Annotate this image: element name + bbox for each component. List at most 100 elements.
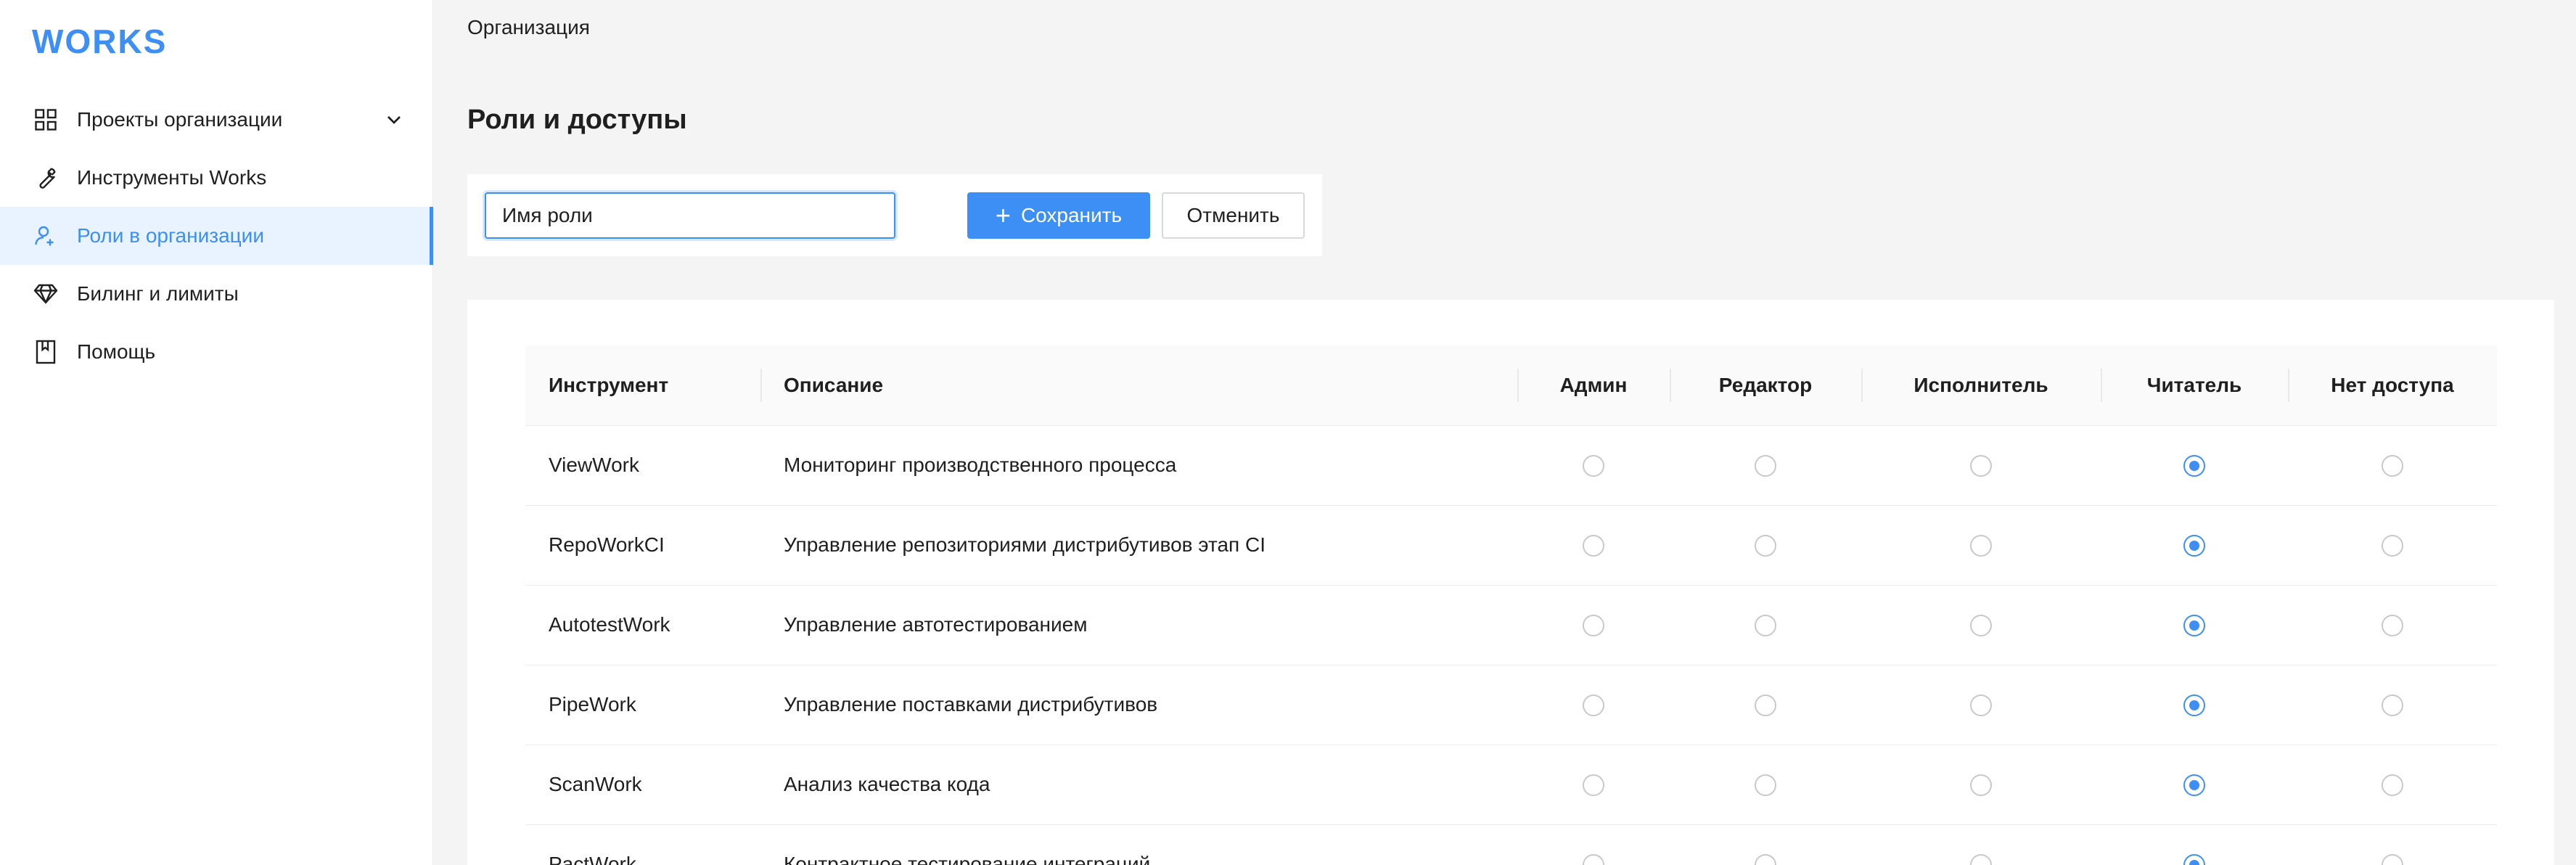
access-cell-editor	[1670, 505, 1861, 586]
tool-description-cell: Анализ качества кода	[760, 745, 1517, 825]
access-cell-no-access	[2288, 745, 2497, 825]
access-cell-no-access	[2288, 824, 2497, 865]
radio-editor[interactable]	[1755, 535, 1776, 557]
access-cell-admin	[1517, 585, 1670, 665]
access-cell-no-access	[2288, 425, 2497, 506]
book-icon	[32, 338, 60, 366]
access-cell-reader	[2101, 665, 2288, 745]
table-row: RepoWorkCI Управление репозиториями дистр…	[525, 505, 2497, 586]
access-cell-no-access	[2288, 505, 2497, 586]
diamond-icon	[32, 280, 60, 308]
radio-reader[interactable]	[2183, 774, 2205, 797]
table-row: PactWork Контрактное тестирование интегра…	[525, 824, 2497, 865]
access-cell-editor	[1670, 425, 1861, 506]
radio-executor[interactable]	[1970, 694, 1992, 717]
radio-reader[interactable]	[2183, 854, 2205, 865]
access-cell-editor	[1670, 745, 1861, 825]
column-header-admin: Админ	[1517, 345, 1670, 426]
radio-no-access[interactable]	[2382, 774, 2403, 797]
tool-description-cell: Управление репозиториями дистрибутивов э…	[760, 505, 1517, 586]
user-role-icon	[32, 222, 60, 250]
sidebar-item-help[interactable]: Помощь	[0, 323, 433, 381]
radio-admin[interactable]	[1583, 774, 1604, 797]
access-cell-no-access	[2288, 585, 2497, 665]
access-cell-editor	[1670, 585, 1861, 665]
works-logo[interactable]: WORKS	[32, 22, 167, 61]
sidebar-item-projects[interactable]: Проекты организации	[0, 91, 433, 149]
radio-admin[interactable]	[1583, 455, 1604, 477]
radio-editor[interactable]	[1755, 455, 1776, 477]
radio-reader[interactable]	[2183, 535, 2205, 557]
tool-description-cell: Управление автотестированием	[760, 585, 1517, 665]
column-header-tool: Инструмент	[525, 345, 760, 426]
tool-name-cell: PactWork	[525, 824, 760, 865]
breadcrumb[interactable]: Организация	[467, 16, 590, 39]
sidebar-item-label: Помощь	[77, 340, 156, 363]
access-cell-reader	[2101, 824, 2288, 865]
column-header-description: Описание	[760, 345, 1517, 426]
column-header-no-access: Нет доступа	[2288, 345, 2497, 426]
tool-description-cell: Управление поставками дистрибутивов	[760, 665, 1517, 745]
access-cell-reader	[2101, 505, 2288, 586]
radio-reader[interactable]	[2183, 615, 2205, 637]
sidebar-item-label: Инструменты Works	[77, 166, 267, 189]
radio-editor[interactable]	[1755, 615, 1776, 637]
radio-executor[interactable]	[1970, 455, 1992, 477]
access-cell-executor	[1861, 745, 2101, 825]
radio-reader[interactable]	[2183, 455, 2205, 477]
radio-no-access[interactable]	[2382, 615, 2403, 637]
access-cell-admin	[1517, 425, 1670, 506]
sidebar-item-label: Проекты организации	[77, 108, 283, 131]
access-cell-executor	[1861, 665, 2101, 745]
tool-description-cell: Контрактное тестирование интеграций	[760, 824, 1517, 865]
access-cell-executor	[1861, 425, 2101, 506]
tool-name-cell: ViewWork	[525, 425, 760, 506]
radio-executor[interactable]	[1970, 854, 1992, 865]
access-cell-no-access	[2288, 665, 2497, 745]
radio-no-access[interactable]	[2382, 694, 2403, 717]
radio-executor[interactable]	[1970, 615, 1992, 637]
access-cell-editor	[1670, 665, 1861, 745]
radio-editor[interactable]	[1755, 694, 1776, 717]
access-cell-editor	[1670, 824, 1861, 865]
grid-icon	[32, 106, 60, 134]
chevron-down-icon[interactable]	[382, 108, 406, 131]
radio-executor[interactable]	[1970, 535, 1992, 557]
access-cell-admin	[1517, 505, 1670, 586]
radio-admin[interactable]	[1583, 615, 1604, 637]
access-cell-admin	[1517, 824, 1670, 865]
column-header-editor: Редактор	[1670, 345, 1861, 426]
sidebar-item-roles[interactable]: Роли в организации	[0, 207, 433, 265]
radio-editor[interactable]	[1755, 854, 1776, 865]
save-button[interactable]: + Сохранить	[967, 192, 1150, 239]
radio-no-access[interactable]	[2382, 854, 2403, 865]
access-cell-executor	[1861, 585, 2101, 665]
column-header-executor: Исполнитель	[1861, 345, 2101, 426]
table-row: ScanWork Анализ качества кода	[525, 745, 2497, 825]
radio-no-access[interactable]	[2382, 535, 2403, 557]
access-card: Инструмент Описание Админ Редактор Испол…	[467, 300, 2554, 865]
access-cell-executor	[1861, 824, 2101, 865]
sidebar: WORKS Проекты организации Инструменты Wo…	[0, 0, 433, 865]
radio-no-access[interactable]	[2382, 455, 2403, 477]
sidebar-item-billing[interactable]: Билинг и лимиты	[0, 265, 433, 323]
access-cell-admin	[1517, 665, 1670, 745]
cancel-button[interactable]: Отменить	[1162, 192, 1305, 239]
radio-admin[interactable]	[1583, 854, 1604, 865]
tool-description-cell: Мониторинг производственного процесса	[760, 425, 1517, 506]
role-name-input[interactable]	[485, 192, 895, 239]
radio-editor[interactable]	[1755, 774, 1776, 797]
radio-admin[interactable]	[1583, 535, 1604, 557]
radio-admin[interactable]	[1583, 694, 1604, 717]
radio-reader[interactable]	[2183, 694, 2205, 717]
tool-name-cell: PipeWork	[525, 665, 760, 745]
radio-executor[interactable]	[1970, 774, 1992, 797]
sidebar-item-label: Билинг и лимиты	[77, 282, 239, 305]
save-button-label: Сохранить	[1020, 204, 1123, 226]
sidebar-item-tools[interactable]: Инструменты Works	[0, 149, 433, 207]
table-row: ViewWork Мониторинг производственного про…	[525, 425, 2497, 506]
access-table-body: ViewWork Мониторинг производственного про…	[525, 425, 2497, 865]
role-toolbar: + Сохранить Отменить	[467, 174, 1322, 256]
wrench-icon	[32, 164, 60, 192]
page-title: Роли и доступы	[467, 104, 687, 135]
